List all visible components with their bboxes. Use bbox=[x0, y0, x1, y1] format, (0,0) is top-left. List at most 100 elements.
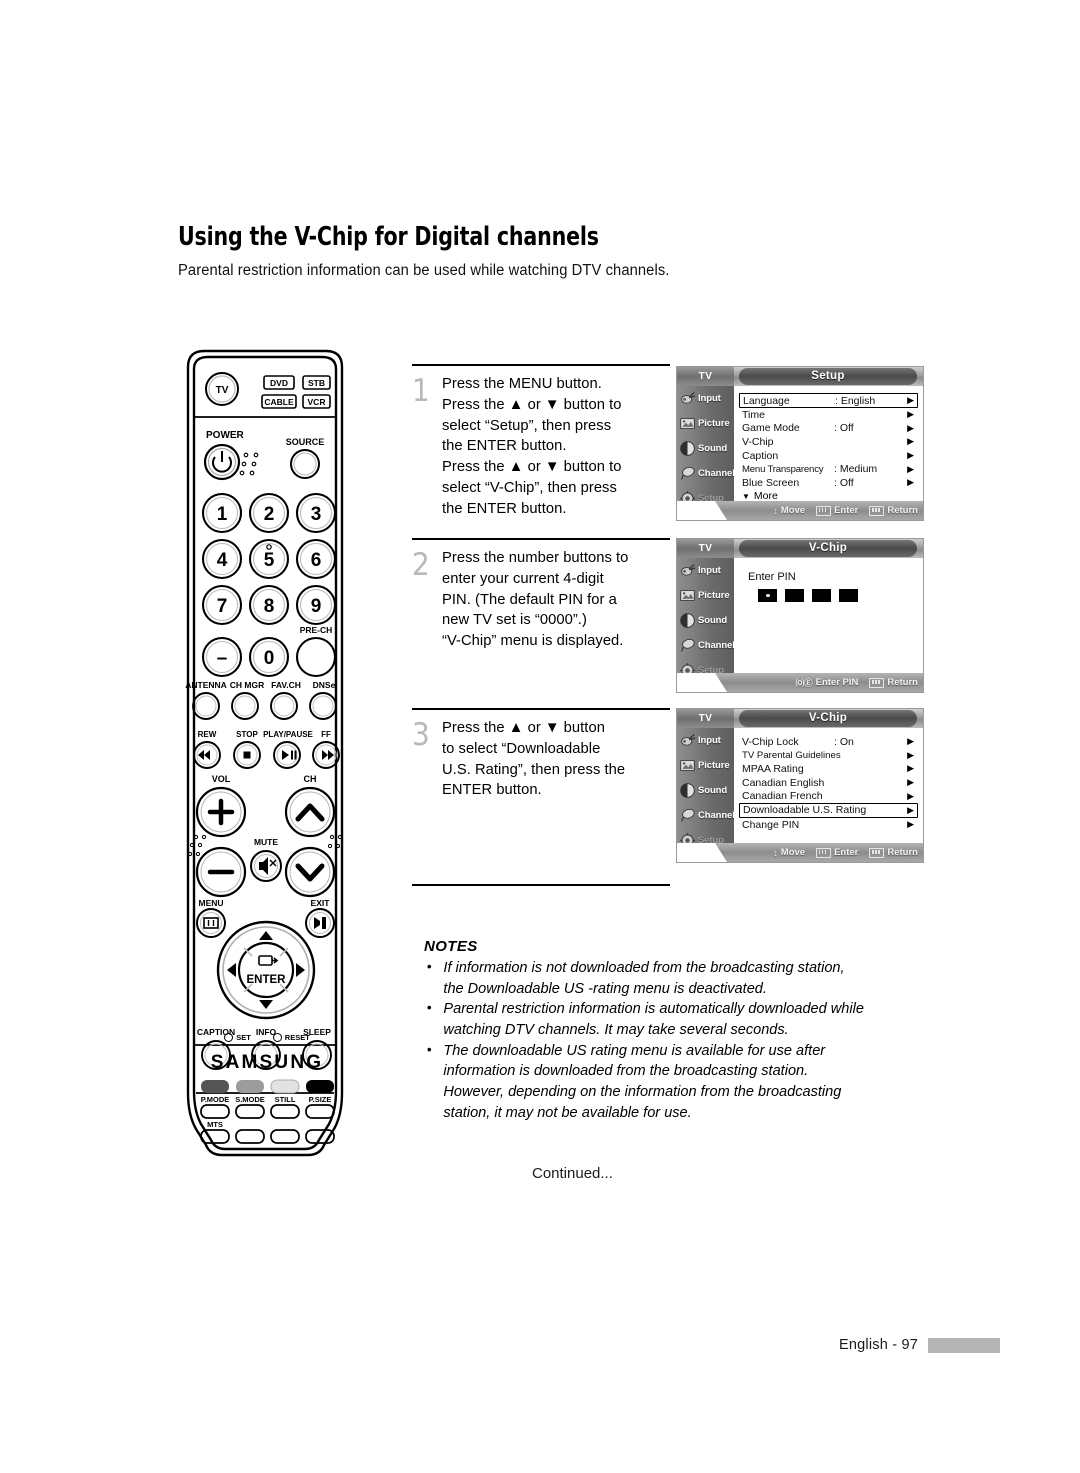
osd-sidebar-item-input[interactable]: Input bbox=[677, 386, 734, 411]
step-divider bbox=[412, 884, 670, 886]
svg-text:MUTE: MUTE bbox=[254, 837, 278, 847]
svg-text:DVD: DVD bbox=[270, 378, 288, 388]
chevron-right-icon: ▶ bbox=[907, 422, 914, 433]
chevron-right-icon: ▶ bbox=[907, 819, 914, 830]
step-number: 1 bbox=[412, 373, 430, 409]
svg-text:S.MODE: S.MODE bbox=[235, 1095, 265, 1104]
osd-sidebar-item-input[interactable]: Input bbox=[677, 728, 734, 753]
set-label: SET bbox=[236, 1033, 251, 1042]
return-key-icon bbox=[869, 505, 885, 516]
svg-text:TV: TV bbox=[216, 385, 229, 396]
chevron-right-icon: ▶ bbox=[907, 450, 914, 461]
pin-digit-3[interactable] bbox=[812, 589, 831, 602]
osd-menu-row[interactable]: TV Parental Guidelines ▶ bbox=[742, 749, 917, 763]
osd-sidebar-item-sound[interactable]: Sound bbox=[677, 436, 734, 461]
osd-sidebar: Input Picture Sound Channel Setup bbox=[677, 558, 735, 692]
osd-menu-row[interactable]: Canadian English ▶ bbox=[742, 776, 917, 790]
osd-row-label: V-Chip bbox=[742, 435, 774, 448]
osd-sidebar-label: Input bbox=[698, 393, 721, 404]
osd-menu-row[interactable]: Blue Screen : Off ▶ bbox=[742, 476, 917, 490]
svg-text:3: 3 bbox=[311, 504, 322, 525]
pin-entry-field[interactable] bbox=[758, 589, 917, 602]
svg-text:MTS: MTS bbox=[207, 1120, 223, 1129]
osd-sidebar-item-input[interactable]: Input bbox=[677, 558, 734, 583]
osd-pin-panel: Enter PIN bbox=[734, 558, 923, 673]
svg-text:8: 8 bbox=[264, 596, 275, 617]
osd-menu-row[interactable]: Game Mode : Off ▶ bbox=[742, 422, 917, 436]
reset-circle-icon bbox=[272, 1033, 282, 1042]
osd-row-value: : Off bbox=[834, 476, 854, 489]
channel-icon bbox=[680, 638, 695, 652]
note-item: The downloadable US rating menu is avail… bbox=[424, 1040, 919, 1124]
osd-title: V-Chip bbox=[739, 540, 917, 557]
osd-row-label: Language bbox=[743, 394, 790, 407]
osd-sidebar-item-channel[interactable]: Channel bbox=[677, 803, 735, 828]
osd-sidebar-item-channel[interactable]: Channel bbox=[677, 461, 735, 486]
osd-sidebar-label: Input bbox=[698, 565, 721, 576]
osd-menu-row[interactable]: Time ▶ bbox=[742, 408, 917, 422]
page-footer: English - 97 bbox=[839, 1337, 1000, 1353]
osd-sidebar-item-picture[interactable]: Picture bbox=[677, 411, 734, 436]
osd-row-label: Canadian English bbox=[742, 776, 825, 789]
enter-key-icon bbox=[816, 847, 832, 858]
osd-row-label: Blue Screen bbox=[742, 476, 800, 489]
osd-menu-row[interactable]: MPAA Rating ▶ bbox=[742, 762, 917, 776]
step-text: Press the ▲ or ▼ button to select “Downl… bbox=[442, 719, 626, 799]
svg-text:CABLE: CABLE bbox=[264, 397, 294, 407]
osd-sidebar-label: Sound bbox=[698, 785, 728, 796]
svg-text:PLAY/PAUSE: PLAY/PAUSE bbox=[263, 730, 313, 739]
osd-row-label: Downloadable U.S. Rating bbox=[743, 804, 867, 817]
osd-hint-enter: Enter bbox=[816, 847, 858, 858]
osd-menu-row[interactable]: Caption ▶ bbox=[742, 449, 917, 463]
osd-source-label: TV bbox=[677, 539, 734, 558]
pin-digit-1[interactable] bbox=[758, 589, 777, 602]
channel-icon bbox=[680, 466, 695, 480]
osd-sidebar-item-sound[interactable]: Sound bbox=[677, 608, 734, 633]
osd-menu-row[interactable]: Change PIN ▶ bbox=[742, 818, 917, 832]
osd-hint-move: ↕ Move bbox=[773, 847, 805, 858]
svg-text:STOP: STOP bbox=[236, 730, 258, 739]
osd-sidebar-item-picture[interactable]: Picture bbox=[677, 583, 734, 608]
set-button[interactable]: SET bbox=[224, 1033, 251, 1042]
chevron-right-icon: ▶ bbox=[907, 749, 914, 760]
osd-row-label: TV Parental Guidelines bbox=[742, 749, 841, 761]
osd-hint-enter-pin: ⒪Ⓔ Enter PIN bbox=[796, 677, 859, 689]
osd-menu-row[interactable]: V-Chip ▶ bbox=[742, 435, 917, 449]
osd-row-label: Menu Transparency bbox=[742, 463, 824, 475]
chevron-right-icon: ▶ bbox=[907, 409, 914, 420]
osd-hint-label: Move bbox=[780, 847, 806, 858]
osd-row-label: MPAA Rating bbox=[742, 762, 804, 775]
svg-text:0: 0 bbox=[264, 648, 275, 669]
osd-menu-row-selected[interactable]: Downloadable U.S. Rating ▶ bbox=[739, 802, 918, 818]
step-number: 3 bbox=[412, 717, 430, 753]
chevron-right-icon: ▶ bbox=[907, 736, 914, 747]
svg-text:5: 5 bbox=[264, 550, 275, 571]
note-item: If information is not downloaded from th… bbox=[424, 957, 919, 999]
osd-sidebar-label: Channel bbox=[698, 810, 735, 821]
osd-sidebar-item-sound[interactable]: Sound bbox=[677, 778, 734, 803]
osd-menu-row[interactable]: Language : English ▶ bbox=[739, 393, 918, 408]
osd-bottombar: ⒪Ⓔ Enter PIN Return bbox=[677, 673, 923, 692]
svg-text:6: 6 bbox=[311, 550, 322, 571]
svg-text:P.MODE: P.MODE bbox=[201, 1095, 230, 1104]
number-keys-icon: ⒪Ⓔ bbox=[795, 677, 813, 688]
osd-menu-row[interactable]: Menu Transparency : Medium ▶ bbox=[742, 462, 917, 476]
osd-sidebar-item-channel[interactable]: Channel bbox=[677, 633, 735, 658]
osd-sidebar-label: Channel bbox=[698, 468, 735, 479]
svg-text:SOURCE: SOURCE bbox=[286, 437, 325, 447]
osd-hint-label: Enter bbox=[834, 505, 859, 516]
osd-sidebar-item-picture[interactable]: Picture bbox=[677, 753, 734, 778]
input-icon bbox=[681, 564, 696, 576]
pin-digit-4[interactable] bbox=[839, 589, 858, 602]
pin-digit-2[interactable] bbox=[785, 589, 804, 602]
picture-icon bbox=[680, 589, 695, 602]
osd-bottombar: ↕ Move Enter Return bbox=[677, 843, 923, 862]
osd-menu-row[interactable]: V-Chip Lock : On ▶ bbox=[742, 735, 917, 749]
input-icon bbox=[681, 392, 696, 404]
input-icon bbox=[681, 734, 696, 746]
osd-hint-label: Return bbox=[887, 677, 918, 688]
reset-button[interactable]: RESET bbox=[272, 1033, 310, 1042]
svg-text:EXIT: EXIT bbox=[311, 898, 331, 908]
osd-menu-row[interactable]: Canadian French ▶ bbox=[742, 789, 917, 803]
svg-text:2: 2 bbox=[264, 504, 275, 525]
